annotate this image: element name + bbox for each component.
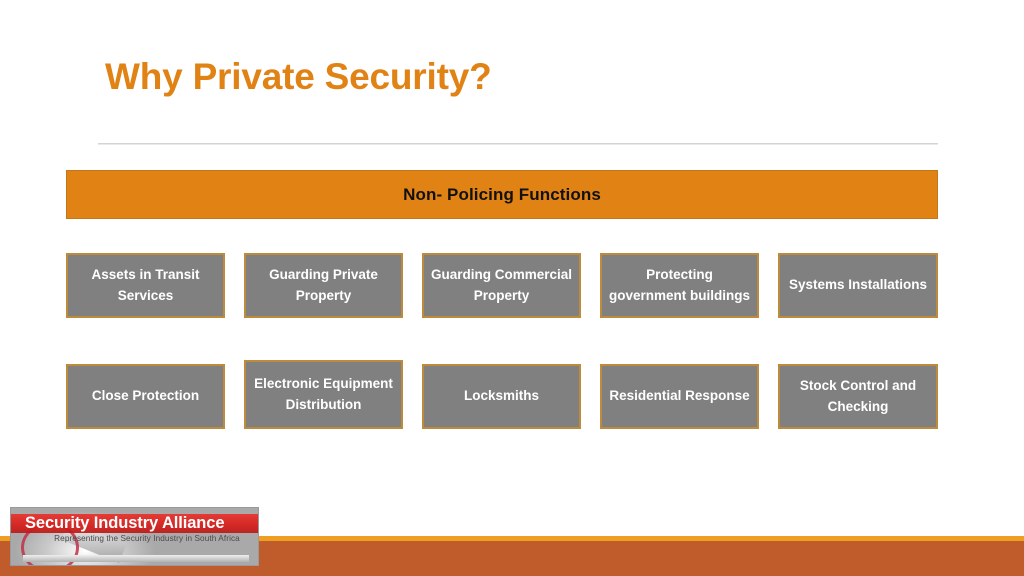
slide-canvas: Why Private Security? Non- Policing Func… [0, 0, 1024, 576]
function-box-label: Systems Installations [788, 277, 928, 293]
function-box-systems-installations[interactable]: Systems Installations [778, 253, 938, 318]
logo-base-bar [23, 555, 249, 562]
logo-title: Security Industry Alliance [25, 514, 225, 532]
function-box-locksmiths[interactable]: Locksmiths [422, 364, 581, 429]
logo-tagline: Representing the Security Industry in So… [54, 534, 240, 543]
function-box-electronic-equipment-distribution[interactable]: Electronic Equipment Distribution [244, 360, 403, 429]
function-box-label: Protecting government buildings [608, 266, 750, 303]
function-box-label: Locksmiths [463, 388, 540, 404]
page-title: Why Private Security? [105, 56, 492, 97]
function-box-residential-response[interactable]: Residential Response [600, 364, 759, 429]
section-banner-label: Non- Policing Functions [403, 184, 601, 204]
function-box-guarding-private-property[interactable]: Guarding Private Property [244, 253, 403, 318]
function-box-label: Stock Control and Checking [799, 377, 917, 414]
function-box-label: Guarding Private Property [269, 266, 378, 303]
security-industry-alliance-logo: Security Industry Alliance Representing … [10, 507, 259, 566]
function-box-assets-in-transit-services[interactable]: Assets in Transit Services [66, 253, 225, 318]
function-box-label: Guarding Commercial Property [430, 266, 573, 303]
function-box-label: Electronic Equipment Distribution [254, 375, 393, 412]
function-box-protecting-government-buildings[interactable]: Protecting government buildings [600, 253, 759, 318]
function-box-close-protection[interactable]: Close Protection [66, 364, 225, 429]
function-box-label: Close Protection [91, 388, 200, 404]
function-box-stock-control-and-checking[interactable]: Stock Control and Checking [778, 364, 938, 429]
section-banner: Non- Policing Functions [66, 170, 938, 219]
function-box-label: Assets in Transit Services [91, 266, 200, 303]
function-box-label: Residential Response [609, 388, 750, 404]
function-box-guarding-commercial-property[interactable]: Guarding Commercial Property [422, 253, 581, 318]
title-divider [98, 143, 938, 145]
